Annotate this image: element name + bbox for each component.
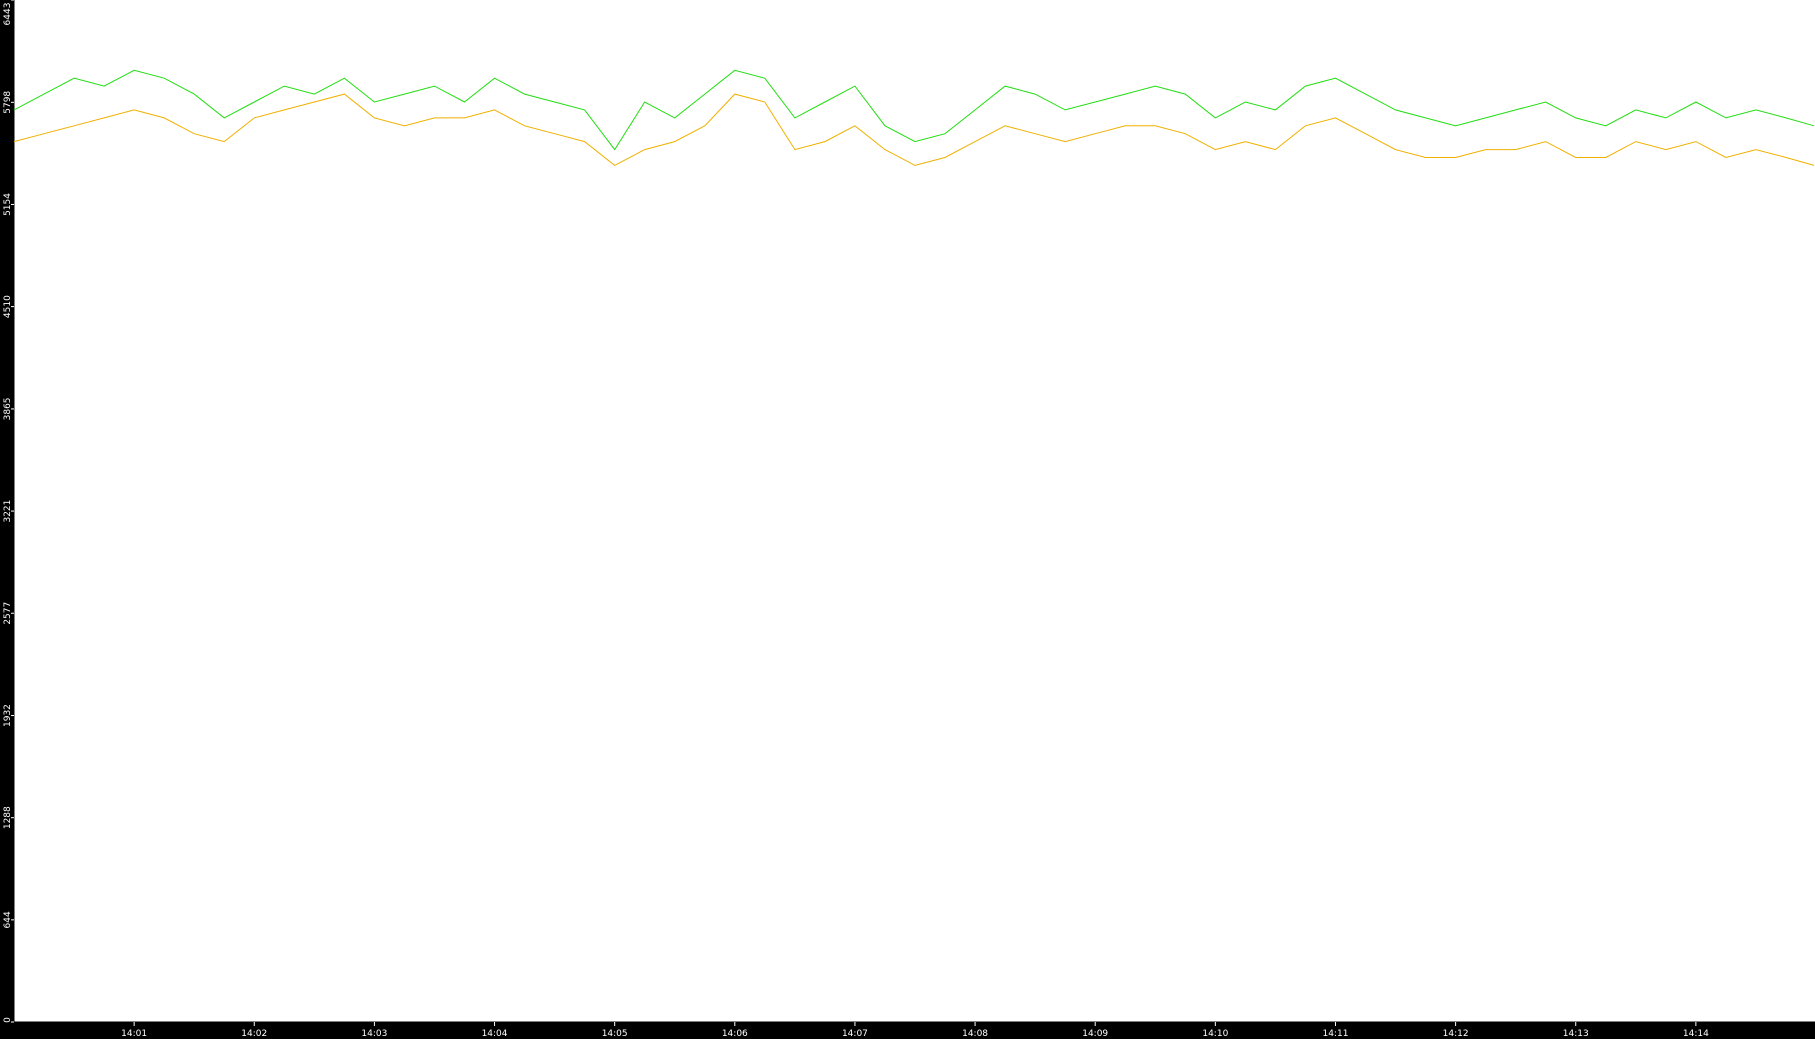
y-tick-label: 644: [3, 911, 13, 928]
y-tick: 6443: [3, 0, 14, 25]
y-tick-label: 5154: [3, 193, 13, 216]
y-tick-label: 5798: [3, 91, 13, 114]
y-tick: 1932: [3, 704, 14, 727]
y-tick-label: 4510: [3, 295, 13, 318]
x-tick: 14:06: [722, 1022, 748, 1039]
y-tick: 3221: [3, 500, 14, 523]
x-tick-labels: 14:01 14:02 14:03 14:04 14:05 14:06 14:07 14:08…: [121, 1022, 1709, 1039]
x-tick-label: 14:12: [1443, 1029, 1469, 1039]
x-tick: 14:01: [121, 1022, 147, 1039]
x-tick-label: 14:13: [1563, 1029, 1589, 1039]
x-tick-label: 14:05: [602, 1029, 628, 1039]
y-tick-label: 6443: [3, 3, 13, 26]
y-tick-label: 1932: [3, 704, 13, 727]
x-tick-label: 14:11: [1322, 1029, 1348, 1039]
y-tick: 3865: [3, 397, 14, 420]
x-tick-label: 14:07: [842, 1029, 868, 1039]
x-tick-label: 14:08: [962, 1029, 988, 1039]
x-tick: 14:09: [1082, 1022, 1108, 1039]
y-tick: 1288: [3, 806, 14, 829]
x-tick-label: 14:03: [361, 1029, 387, 1039]
y-tick: 5798: [3, 91, 14, 114]
x-tick-label: 14:02: [241, 1029, 267, 1039]
x-tick: 14:08: [962, 1022, 988, 1039]
x-tick: 14:14: [1683, 1022, 1709, 1039]
x-tick: 14:07: [842, 1022, 868, 1039]
x-tick: 14:03: [361, 1022, 387, 1039]
x-tick: 14:10: [1202, 1022, 1229, 1039]
y-tick-label: 3865: [3, 397, 13, 420]
y-tick: 2577: [3, 602, 14, 625]
y-tick: 4510: [3, 295, 14, 318]
y-tick-label: 3221: [3, 500, 13, 523]
y-tick: 0: [3, 1017, 14, 1023]
chart-canvas: 0 644 1288 1932 2577 3221 3865 4510 5154 5798 6443…: [3, 0, 1815, 1039]
x-tick-label: 14:10: [1202, 1029, 1228, 1039]
x-tick: 14:05: [602, 1022, 628, 1039]
y-tick: 644: [3, 911, 14, 928]
x-tick-label: 14:01: [121, 1029, 147, 1039]
x-tick: 14:11: [1322, 1022, 1348, 1039]
y-tick-labels: 0 644 1288 1932 2577 3221 3865 4510 5154 5798 6443: [3, 0, 14, 1023]
x-tick-label: 14:09: [1082, 1029, 1108, 1039]
x-tick: 14:02: [241, 1022, 267, 1039]
x-tick: 14:12: [1443, 1022, 1469, 1039]
x-tick-label: 14:06: [722, 1029, 748, 1039]
x-tick: 14:13: [1563, 1022, 1589, 1039]
line-chart: 0 644 1288 1932 2577 3221 3865 4510 5154 5798 6443…: [0, 0, 1815, 1039]
y-tick-label: 2577: [3, 602, 13, 625]
x-tick: 14:04: [482, 1022, 508, 1039]
y-tick: 5154: [3, 193, 14, 216]
x-tick-label: 14:14: [1683, 1029, 1709, 1039]
plot-area: [14, 0, 1815, 1022]
y-tick-label: 1288: [3, 806, 13, 829]
y-tick-label: 0: [3, 1017, 13, 1023]
x-tick-label: 14:04: [482, 1029, 508, 1039]
